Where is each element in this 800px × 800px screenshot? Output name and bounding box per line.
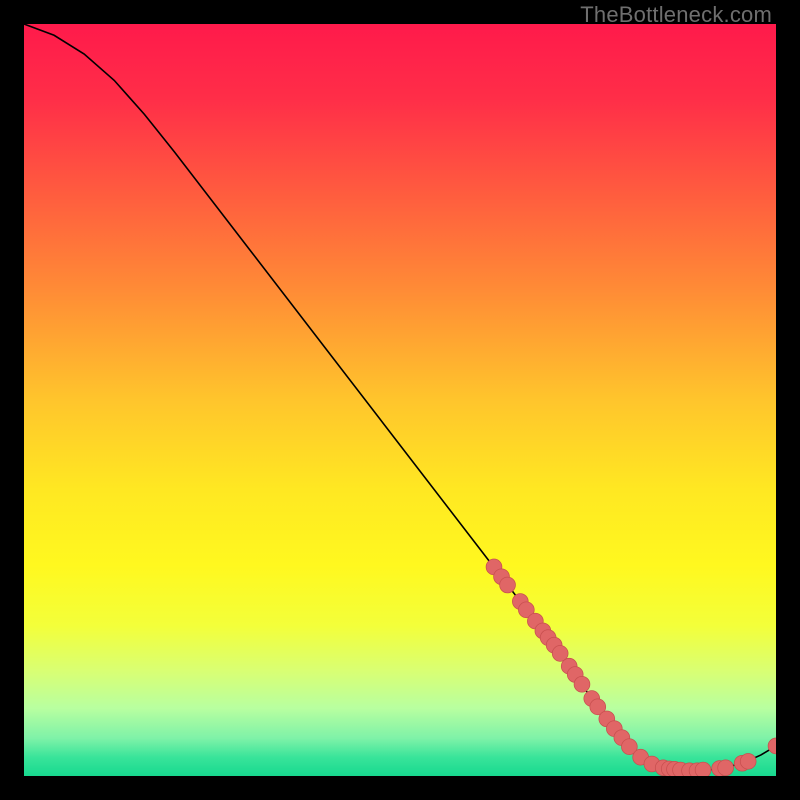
data-marker xyxy=(740,753,756,769)
data-marker xyxy=(768,738,776,754)
markers-layer xyxy=(24,24,776,776)
chart-stage: TheBottleneck.com xyxy=(0,0,800,800)
data-marker xyxy=(695,762,711,776)
data-marker xyxy=(500,577,516,593)
plot-area xyxy=(24,24,776,776)
data-marker xyxy=(574,676,590,692)
data-marker xyxy=(718,760,734,776)
